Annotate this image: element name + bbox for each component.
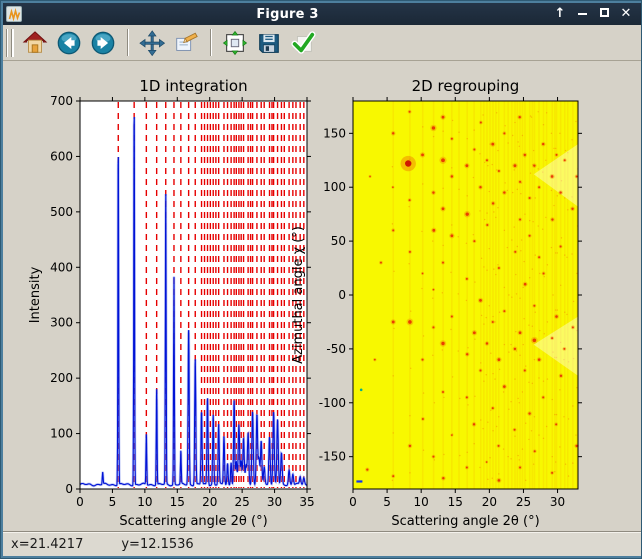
configure-subplots-button[interactable] — [221, 29, 249, 57]
statusbar: x=21.4217 y=12.1536 — [3, 531, 641, 556]
figure-window: Figure 3 ↑ ✕ — [0, 0, 642, 559]
forward-button[interactable] — [89, 29, 117, 57]
navigation-toolbar — [3, 25, 641, 61]
plot1-ylabel: Intensity — [28, 266, 43, 323]
plot1-title: 1D integration — [139, 77, 247, 95]
svg-text:0: 0 — [349, 495, 357, 509]
apply-check-button[interactable] — [289, 29, 317, 57]
svg-text:-100: -100 — [319, 396, 346, 410]
svg-text:20: 20 — [482, 495, 497, 509]
svg-text:150: 150 — [323, 126, 346, 140]
pan-button[interactable] — [138, 29, 166, 57]
svg-text:15: 15 — [448, 495, 463, 509]
svg-text:30: 30 — [550, 495, 565, 509]
svg-text:-150: -150 — [319, 450, 346, 464]
close-button[interactable]: ✕ — [619, 6, 633, 22]
edit-parameters-icon — [173, 30, 199, 56]
back-icon — [56, 30, 82, 56]
svg-text:600: 600 — [50, 149, 73, 163]
home-icon — [22, 30, 48, 56]
cursor-y-readout: y=12.1536 — [121, 537, 193, 552]
figure-canvas[interactable]: 0510152025303501002003004005006007001D i… — [3, 61, 641, 533]
svg-text:-50: -50 — [326, 342, 346, 356]
save-icon — [256, 30, 282, 56]
plot2-title: 2D regrouping — [412, 77, 520, 95]
apply-check-icon — [290, 30, 316, 56]
svg-text:100: 100 — [50, 427, 73, 441]
svg-text:20: 20 — [202, 495, 217, 509]
configure-subplots-icon — [222, 30, 248, 56]
toolbar-separator — [210, 29, 211, 56]
svg-text:500: 500 — [50, 205, 73, 219]
svg-text:25: 25 — [516, 495, 531, 509]
home-button[interactable] — [21, 29, 49, 57]
back-button[interactable] — [55, 29, 83, 57]
svg-text:10: 10 — [414, 495, 429, 509]
maximize-button[interactable] — [597, 6, 611, 22]
svg-text:5: 5 — [109, 495, 117, 509]
edit-parameters-button[interactable] — [172, 29, 200, 57]
svg-text:15: 15 — [170, 495, 185, 509]
svg-text:50: 50 — [331, 234, 346, 248]
svg-text:300: 300 — [50, 316, 73, 330]
plot1-xlabel: Scattering angle 2θ (°) — [119, 514, 267, 529]
svg-text:5: 5 — [383, 495, 391, 509]
pan-icon — [139, 30, 165, 56]
titlebar[interactable]: Figure 3 ↑ ✕ — [3, 3, 641, 25]
svg-text:35: 35 — [299, 495, 314, 509]
keep-above-button[interactable]: ↑ — [553, 6, 567, 22]
svg-text:100: 100 — [323, 180, 346, 194]
plots-svg[interactable]: 0510152025303501002003004005006007001D i… — [3, 61, 641, 533]
svg-text:30: 30 — [267, 495, 282, 509]
window-title: Figure 3 — [22, 7, 553, 22]
svg-text:25: 25 — [235, 495, 250, 509]
svg-text:0: 0 — [338, 288, 346, 302]
svg-text:700: 700 — [50, 94, 73, 108]
plot2-xlabel: Scattering angle 2θ (°) — [391, 514, 539, 529]
forward-icon — [90, 30, 116, 56]
toolbar-drag-handle[interactable] — [6, 29, 12, 57]
svg-text:10: 10 — [137, 495, 152, 509]
plot2-ylabel: Azimuthal angle χ (°) — [291, 226, 306, 364]
minimize-button[interactable] — [575, 6, 589, 22]
save-button[interactable] — [255, 29, 283, 57]
cursor-x-readout: x=21.4217 — [11, 537, 83, 552]
svg-text:400: 400 — [50, 260, 73, 274]
svg-text:0: 0 — [65, 482, 73, 496]
svg-text:0: 0 — [76, 495, 84, 509]
matplotlib-window-icon — [6, 6, 22, 22]
svg-text:200: 200 — [50, 371, 73, 385]
toolbar-separator — [127, 29, 128, 56]
